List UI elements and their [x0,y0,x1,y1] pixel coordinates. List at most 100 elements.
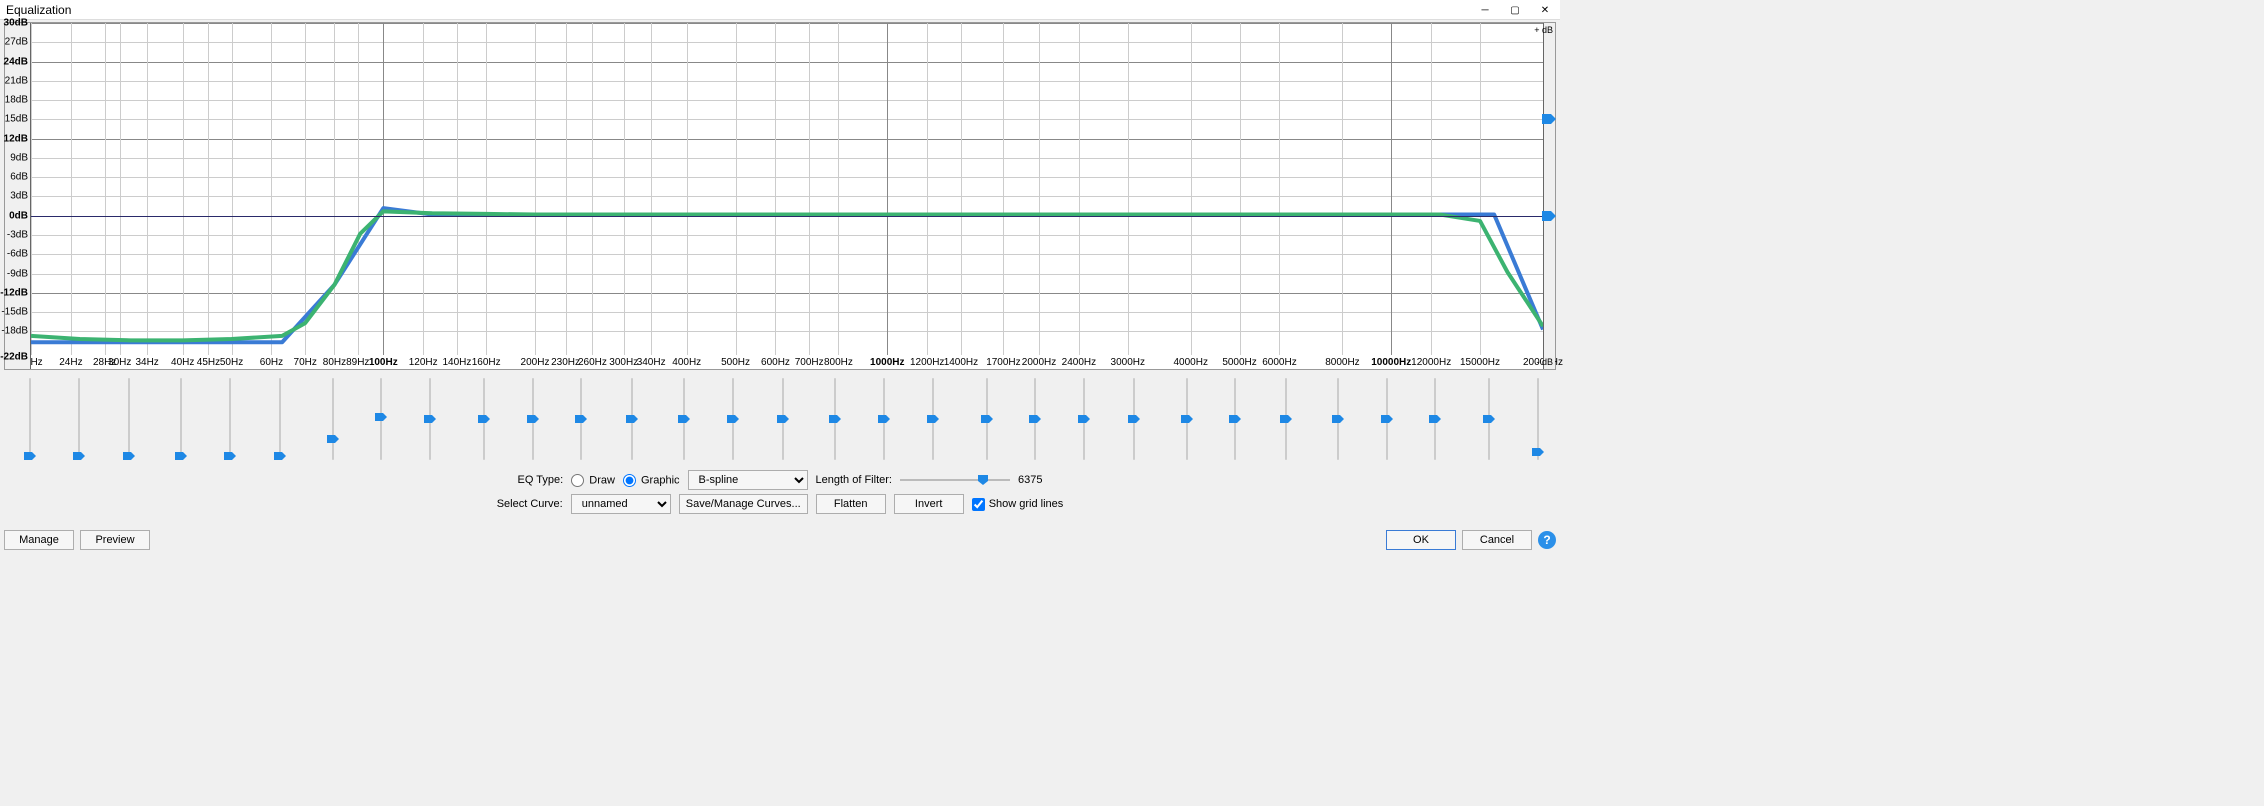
band-slider[interactable] [72,374,86,464]
minimize-icon[interactable]: ─ [1470,0,1500,20]
band-slider[interactable] [223,374,237,464]
band-slider[interactable] [1531,374,1545,464]
slider-thumb-icon[interactable] [224,452,236,460]
slider-thumb-icon[interactable] [678,415,690,423]
ok-button[interactable]: OK [1386,530,1456,550]
band-slider[interactable] [1380,374,1394,464]
slider-thumb-icon[interactable] [123,452,135,460]
band-slider[interactable] [1428,374,1442,464]
band-slider[interactable] [1077,374,1091,464]
select-curve-label: Select Curve: [497,498,563,510]
band-slider[interactable] [877,374,891,464]
slider-thumb-icon[interactable] [1128,415,1140,423]
band-slider[interactable] [1482,374,1496,464]
band-slider[interactable] [122,374,136,464]
band-slider[interactable] [1279,374,1293,464]
slider-thumb-icon[interactable] [274,452,286,460]
slider-thumb-icon[interactable] [1229,415,1241,423]
show-grid-input[interactable] [972,498,985,511]
right-marker-zero[interactable] [1542,211,1556,221]
slider-thumb-icon[interactable] [981,415,993,423]
slider-thumb-icon[interactable] [1429,415,1441,423]
flatten-button[interactable]: Flatten [816,494,886,514]
x-tick-label: 12000Hz [1411,357,1451,368]
slider-thumb-icon[interactable] [1078,415,1090,423]
slider-thumb-icon[interactable] [1280,415,1292,423]
band-slider[interactable] [574,374,588,464]
eq-chart[interactable]: 30dB27dB24dB21dB18dB15dB12dB9dB6dB3dB0dB… [4,22,1556,370]
eq-type-label: EQ Type: [518,474,564,486]
y-tick-label: -12dB [0,287,28,298]
band-slider[interactable] [1028,374,1042,464]
slider-thumb-icon[interactable] [878,415,890,423]
slider-thumb-icon[interactable] [727,415,739,423]
slider-thumb-icon[interactable] [73,452,85,460]
band-slider[interactable] [677,374,691,464]
x-tick-label: 8000Hz [1325,357,1359,368]
band-slider[interactable] [1228,374,1242,464]
slider-thumb-icon[interactable] [327,435,339,443]
band-slider[interactable] [326,374,340,464]
band-slider[interactable] [1180,374,1194,464]
x-tick-label: 45Hz [197,357,220,368]
slider-thumb-icon[interactable] [175,452,187,460]
invert-button[interactable]: Invert [894,494,964,514]
band-slider[interactable] [1331,374,1345,464]
slider-thumb-icon[interactable] [478,415,490,423]
slider-thumb-icon[interactable] [626,415,638,423]
eq-type-draw-radio[interactable] [571,474,584,487]
x-tick-label: 1400Hz [944,357,978,368]
eq-type-draw[interactable]: Draw [571,474,615,487]
slider-thumb-icon[interactable] [927,415,939,423]
right-axis[interactable]: + dB - dB [1543,23,1555,369]
band-slider[interactable] [980,374,994,464]
help-icon[interactable]: ? [1538,531,1556,549]
x-tick-label: 6000Hz [1262,357,1296,368]
show-grid-checkbox[interactable]: Show grid lines [972,498,1064,511]
plot-area[interactable] [31,23,1543,355]
eq-type-graphic-radio[interactable] [623,474,636,487]
band-slider[interactable] [273,374,287,464]
slider-thumb-icon[interactable] [24,452,36,460]
slider-thumb-icon[interactable] [527,415,539,423]
slider-thumb-icon[interactable] [424,415,436,423]
band-slider[interactable] [828,374,842,464]
right-marker-top[interactable] [1542,114,1556,124]
slider-thumb-icon[interactable] [1029,415,1041,423]
band-slider[interactable] [726,374,740,464]
slider-thumb-icon[interactable] [829,415,841,423]
slider-thumb-icon[interactable] [1532,448,1544,456]
y-tick-label: 24dB [4,56,28,67]
band-slider[interactable] [1127,374,1141,464]
band-slider[interactable] [423,374,437,464]
band-slider[interactable] [526,374,540,464]
y-tick-label: -22dB [0,352,28,363]
close-icon[interactable]: ✕ [1530,0,1560,20]
slider-thumb-icon[interactable] [1181,415,1193,423]
manage-button[interactable]: Manage [4,530,74,550]
slider-thumb-icon[interactable] [1483,415,1495,423]
cancel-button[interactable]: Cancel [1462,530,1532,550]
band-slider[interactable] [23,374,37,464]
slider-thumb-icon[interactable] [375,413,387,421]
preview-button[interactable]: Preview [80,530,150,550]
band-slider[interactable] [477,374,491,464]
y-tick-label: 15dB [5,114,28,125]
slider-thumb-icon[interactable] [777,415,789,423]
interp-select[interactable]: B-splineLinearCosineCubic [688,470,808,490]
x-tick-label: 500Hz [721,357,750,368]
select-curve[interactable]: unnamed [571,494,671,514]
eq-type-graphic[interactable]: Graphic [623,474,680,487]
band-slider[interactable] [926,374,940,464]
band-slider[interactable] [776,374,790,464]
save-manage-curves-button[interactable]: Save/Manage Curves... [679,494,808,514]
controls: EQ Type: Draw Graphic B-splineLinearCosi… [4,470,1556,514]
band-slider[interactable] [374,374,388,464]
slider-thumb-icon[interactable] [1332,415,1344,423]
slider-thumb-icon[interactable] [575,415,587,423]
slider-thumb-icon[interactable] [1381,415,1393,423]
band-slider[interactable] [174,374,188,464]
maximize-icon[interactable]: ▢ [1500,0,1530,20]
length-slider[interactable] [900,472,1010,488]
band-slider[interactable] [625,374,639,464]
